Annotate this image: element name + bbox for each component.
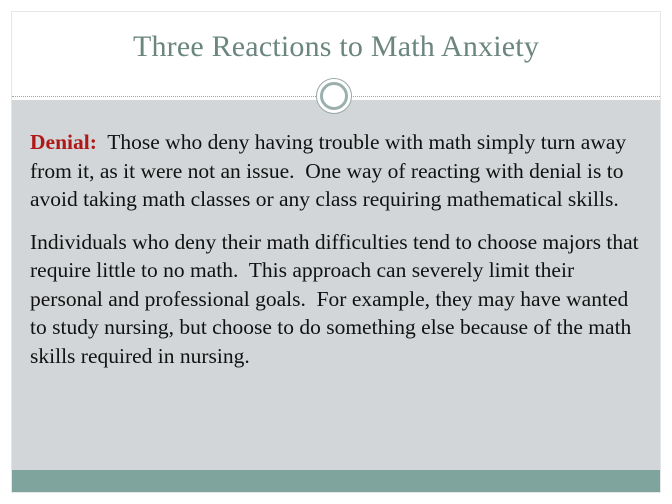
paragraph-1-text: Those who deny having trouble with math …: [30, 130, 632, 211]
paragraph-2-text: Individuals who deny their math difficul…: [30, 229, 645, 368]
footer-bar: [12, 470, 660, 492]
content-area: Denial: Those who deny having trouble wi…: [12, 100, 660, 470]
divider-circle-ornament: [316, 78, 352, 114]
paragraph-individuals: Individuals who deny their math difficul…: [30, 228, 642, 371]
slide-title: Three Reactions to Math Anxiety: [132, 30, 540, 63]
paragraph-denial: Denial: Those who deny having trouble wi…: [30, 128, 642, 214]
body-text: Denial: Those who deny having trouble wi…: [30, 128, 642, 384]
denial-term: Denial:: [30, 130, 97, 154]
slide-frame: Three Reactions to Math Anxiety Denial: …: [12, 12, 660, 492]
slide: Three Reactions to Math Anxiety Denial: …: [0, 0, 672, 504]
divider-ring: [320, 82, 348, 110]
